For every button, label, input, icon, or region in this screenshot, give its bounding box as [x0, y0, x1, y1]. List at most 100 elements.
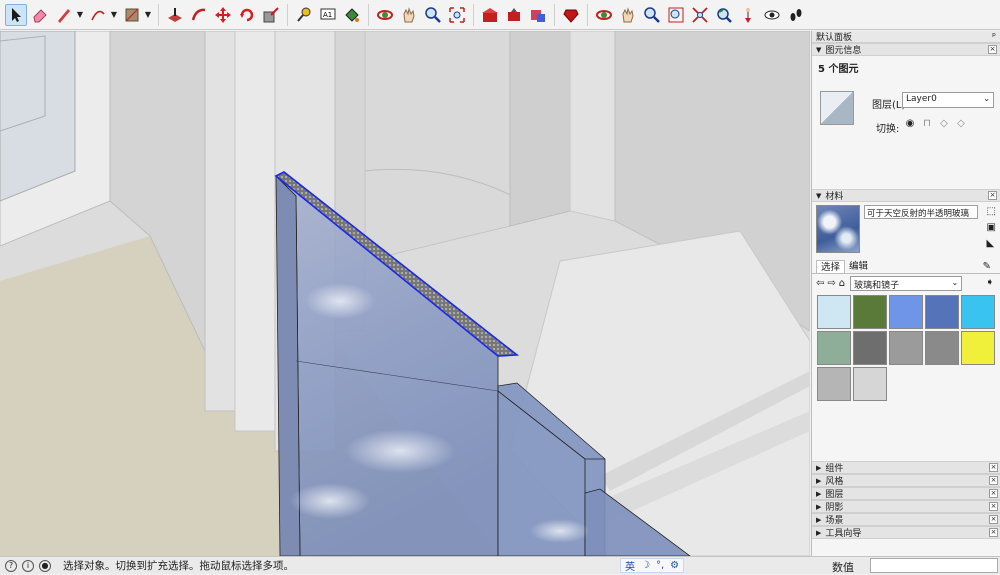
entity-info-title: 图元信息: [825, 46, 862, 56]
library-select[interactable]: 玻璃和镜子 ⌄: [850, 275, 963, 291]
home-icon[interactable]: ⌂: [839, 278, 845, 289]
material-swatch[interactable]: [853, 295, 887, 329]
material-default-icon[interactable]: ◣: [987, 238, 996, 249]
pencil-dropdown-icon[interactable]: ▼: [76, 4, 84, 26]
chevron-down-icon: ⌄: [983, 94, 990, 103]
material-swatch[interactable]: [853, 331, 887, 365]
extension-icon[interactable]: [527, 4, 549, 26]
collapsed-panel-header[interactable]: ▶ 组件 ×: [812, 461, 1000, 474]
select-icon[interactable]: [5, 3, 27, 26]
toolbar-separator: [473, 3, 474, 26]
entity-thumbnail[interactable]: [820, 91, 854, 125]
current-material-swatch[interactable]: [816, 205, 860, 253]
close-icon[interactable]: ×: [989, 502, 998, 511]
material-swatch[interactable]: [925, 331, 959, 365]
zoom2-icon[interactable]: [641, 4, 663, 26]
position-camera-icon[interactable]: [737, 4, 759, 26]
walk-icon[interactable]: [785, 4, 807, 26]
close-icon[interactable]: ×: [989, 463, 998, 472]
material-swatch[interactable]: [961, 295, 995, 329]
pencil-line-icon[interactable]: [53, 4, 75, 26]
collapsed-panel-header[interactable]: ▶ 场景 ×: [812, 513, 1000, 526]
close-icon[interactable]: ×: [988, 191, 997, 200]
rectangle-icon[interactable]: [121, 4, 143, 26]
text-icon[interactable]: A1: [317, 4, 339, 26]
forward-icon[interactable]: ⇨: [827, 278, 835, 289]
previous-view-icon[interactable]: [713, 4, 735, 26]
ime-button[interactable]: ☽: [641, 560, 650, 571]
ime-toolbar: 英 ☽ °, ⚙: [620, 558, 685, 573]
collapsed-panel-header[interactable]: ▶ 阴影 ×: [812, 500, 1000, 513]
arc-dropdown-icon[interactable]: ▼: [110, 4, 118, 26]
status-bar: ? i ● 选择对象。切换到扩充选择。拖动鼠标选择多项。 英 ☽ °, ⚙ 数值: [0, 556, 1000, 574]
material-swatch[interactable]: [889, 331, 923, 365]
materials-header[interactable]: ▼ 材料 ×: [812, 189, 1000, 202]
pan2-icon[interactable]: [617, 4, 639, 26]
zoom-window-icon[interactable]: [665, 4, 687, 26]
measurements-input[interactable]: [870, 558, 998, 573]
close-icon[interactable]: ×: [989, 476, 998, 485]
scale-icon[interactable]: [260, 4, 282, 26]
zoom-extents2-icon[interactable]: [689, 4, 711, 26]
back-icon[interactable]: ⇦: [816, 278, 824, 289]
arc-icon[interactable]: [87, 4, 109, 26]
lock-icon[interactable]: ⊓: [921, 117, 933, 129]
rectangle-dropdown-icon[interactable]: ▼: [144, 4, 152, 26]
scene-canvas: [0, 31, 810, 556]
orbit-icon[interactable]: [374, 4, 396, 26]
look-around-icon[interactable]: [761, 4, 783, 26]
user-icon[interactable]: ●: [39, 559, 51, 572]
move-icon[interactable]: [212, 4, 234, 26]
paint-bucket-icon[interactable]: [341, 4, 363, 26]
expand-icon: ▶: [816, 463, 822, 472]
close-icon[interactable]: ×: [989, 489, 998, 498]
eraser-icon[interactable]: [29, 4, 51, 26]
tab-edit[interactable]: 编辑: [845, 260, 872, 273]
collapsed-panel-title: 风格: [825, 477, 844, 487]
tab-select[interactable]: 选择: [816, 260, 846, 273]
close-icon[interactable]: ×: [988, 45, 997, 54]
rotate-icon[interactable]: [236, 4, 258, 26]
tape-measure-icon[interactable]: [293, 4, 315, 26]
zoom-icon[interactable]: [422, 4, 444, 26]
layer-select[interactable]: Layer0 ⌄: [902, 92, 994, 108]
geo-location-icon[interactable]: ?: [5, 559, 17, 572]
material-cube-icon[interactable]: ▣: [987, 222, 996, 233]
model-viewport[interactable]: [0, 31, 810, 556]
material-swatch[interactable]: [817, 331, 851, 365]
sample-paint-icon[interactable]: ✎: [979, 260, 995, 273]
zoom-extents-icon[interactable]: [446, 4, 468, 26]
collapsed-panel-header[interactable]: ▶ 图层 ×: [812, 487, 1000, 500]
ime-button[interactable]: ⚙: [670, 560, 679, 571]
details-icon[interactable]: ➧: [986, 277, 994, 288]
material-swatch[interactable]: [925, 295, 959, 329]
collapsed-panel-header[interactable]: ▶ 风格 ×: [812, 474, 1000, 487]
orbit2-icon[interactable]: [593, 4, 615, 26]
push-pull-icon[interactable]: [164, 4, 186, 26]
follow-me-icon[interactable]: [188, 4, 210, 26]
close-icon[interactable]: ×: [989, 515, 998, 524]
expand-icon: ▶: [816, 489, 822, 498]
share-model-icon[interactable]: [503, 4, 525, 26]
cast-shadow-icon[interactable]: ◇: [955, 117, 967, 129]
material-swatch[interactable]: [817, 295, 851, 329]
material-swatch[interactable]: [817, 367, 851, 401]
eye-icon[interactable]: ◉: [904, 117, 916, 129]
cloud-reflection: [530, 519, 590, 543]
ime-button[interactable]: °,: [656, 560, 664, 571]
material-swatch[interactable]: [853, 367, 887, 401]
warehouse-icon[interactable]: [479, 4, 501, 26]
material-swatch[interactable]: [961, 331, 995, 365]
material-swatch[interactable]: [889, 295, 923, 329]
material-name-field[interactable]: 可于天空反射的半透明玻璃: [864, 205, 978, 219]
pin-icon[interactable]: ᵖ: [992, 32, 996, 42]
receive-shadow-icon[interactable]: ◇: [938, 117, 950, 129]
collapsed-panel-header[interactable]: ▶ 工具向导 ×: [812, 526, 1000, 539]
close-icon[interactable]: ×: [989, 528, 998, 537]
entity-info-header[interactable]: ▼ 图元信息 ×: [812, 43, 1000, 56]
pan-icon[interactable]: [398, 4, 420, 26]
material-add-icon[interactable]: ⬚: [987, 206, 996, 217]
ime-button[interactable]: 英: [625, 558, 635, 573]
credits-icon[interactable]: i: [22, 559, 34, 572]
ruby-icon[interactable]: [560, 4, 582, 26]
